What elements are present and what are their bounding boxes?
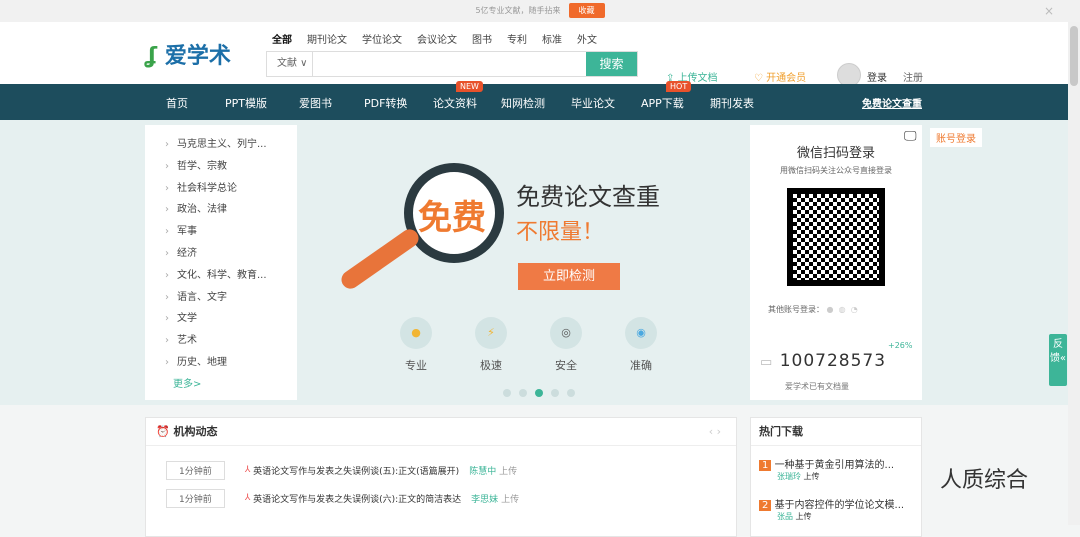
magnifier-handle (337, 225, 423, 293)
nav-home[interactable]: 首页 (166, 95, 188, 111)
category-item[interactable]: 政治、法律 (165, 200, 297, 222)
category-item[interactable]: 军事 (165, 222, 297, 244)
qq-icon[interactable]: ● (827, 305, 834, 314)
news-row[interactable]: 1分钟前 ⅄ 英语论文写作与发表之失误例谈(六):正文的简洁表达 李思妹 上传 (146, 484, 736, 512)
cat-tab[interactable]: 期刊论文 (307, 31, 347, 46)
logo-icon: ʆ (145, 44, 158, 69)
nav-journal[interactable]: 期刊发表 (710, 95, 754, 111)
category-item[interactable]: 哲学、宗教 (165, 157, 297, 179)
login-panel: 微信扫码登录 用微信扫码关注公众号直接登录 其他账号登录： ● ◍ ◔ +26%… (750, 125, 922, 400)
growth: +26% (888, 341, 913, 350)
qr-code (784, 185, 888, 289)
nav-app[interactable]: APP下载 (641, 95, 684, 111)
hot-downloads: 热门下载 1 一种基于黄金引用算法的... 张瑞玲 上传 2 基于内容控件的学位论… (750, 417, 922, 537)
feature-accurate: ◉ 准确 (625, 317, 657, 373)
lightning-icon: ⚡ (475, 317, 507, 349)
pdf-icon: ⅄ (244, 465, 251, 475)
hot-item[interactable]: 2 基于内容控件的学位论文模... 张品 上传 (751, 482, 921, 522)
search-type-select[interactable]: 文献 ∨ (267, 52, 313, 76)
nav-papers[interactable]: 论文资料 (433, 95, 477, 111)
category-item[interactable]: 马克思主义、列宁... (165, 135, 297, 157)
wechat-icon[interactable]: ◍ (839, 305, 846, 314)
nav-ppt[interactable]: PPT模版 (225, 95, 267, 111)
feature-fast: ⚡ 极速 (475, 317, 507, 373)
new-badge: NEW (456, 81, 483, 92)
main-nav: 首页 PPT模版 爱图书 PDF转换 论文资料 NEW 知网检测 毕业论文 AP… (0, 81, 1080, 120)
hot-title: 热门下载 (751, 418, 921, 446)
account-login-tab[interactable]: 账号登录 (930, 128, 982, 147)
banner: 马克思主义、列宁...哲学、宗教社会科学总论政治、法律军事经济文化、科学、教育.… (0, 120, 1080, 405)
category-item[interactable]: 语言、文字 (165, 288, 297, 310)
more-link[interactable]: 更多> (165, 375, 297, 397)
promo-big: 免费 (418, 198, 486, 238)
pager-arrows[interactable]: ‹ › (709, 418, 721, 446)
search-bar: 文献 ∨ 搜索 (266, 51, 638, 77)
other-login: 其他账号登录： ● ◍ ◔ (768, 305, 858, 314)
scrollbar[interactable] (1068, 22, 1080, 525)
news-row[interactable]: 1分钟前 ⅄ 英语论文写作与发表之失误例谈(五):正文(语篇展开) 陈慧中 上传 (146, 456, 736, 484)
login-link[interactable]: 登录 (867, 69, 887, 84)
category-item[interactable]: 历史、地理 (165, 353, 297, 375)
close-icon[interactable]: × (1044, 0, 1054, 22)
category-item[interactable]: 文化、科学、教育... (165, 266, 297, 288)
news-panel: ⏰ 机构动态 ‹ › 1分钟前 ⅄ 英语论文写作与发表之失误例谈(五):正文(语篇展… (145, 417, 737, 537)
cat-tab[interactable]: 学位论文 (362, 31, 402, 46)
promo-sub: 不限量！ (516, 220, 605, 245)
bulb-icon: ● (400, 317, 432, 349)
search-input[interactable] (313, 52, 586, 76)
watermark: 人质综合 (940, 468, 1029, 493)
feature-secure: ◎ 安全 (550, 317, 582, 373)
cat-tab[interactable]: 标准 (542, 31, 562, 46)
doc-count-label: 爱学术已有文档量 (785, 382, 849, 391)
cat-tab[interactable]: 全部 (272, 31, 292, 46)
carousel-dot[interactable] (551, 389, 559, 397)
carousel-dot[interactable] (503, 389, 511, 397)
feature-professional: ● 专业 (400, 317, 432, 373)
top-bar: 5亿专业文献，随手拈来 收藏 × (0, 0, 1080, 22)
favorite-button[interactable]: 收藏 (568, 3, 605, 18)
vip-link[interactable]: ♡ 开通会员 (754, 69, 806, 84)
promo-title: 免费论文查重 (516, 183, 660, 211)
feedback-button[interactable]: 反馈« (1049, 334, 1067, 386)
login-subtitle: 用微信扫码关注公众号直接登录 (780, 166, 892, 175)
carousel-dot-active[interactable] (535, 389, 543, 397)
category-item[interactable]: 文学 (165, 309, 297, 331)
news-title: 机构动态 (173, 425, 218, 438)
search-button[interactable]: 搜索 (586, 52, 637, 76)
scrollbar-thumb[interactable] (1070, 26, 1078, 86)
slogan: 5亿专业文献，随手拈来 (475, 6, 561, 15)
nav-cnki-check[interactable]: 知网检测 (501, 95, 545, 111)
register-link[interactable]: 注册 (903, 69, 923, 84)
carousel-dot[interactable] (567, 389, 575, 397)
alarm-icon: ⏰ (156, 425, 170, 438)
logo[interactable]: ʆ 爱学术 (145, 38, 231, 70)
nav-free-check[interactable]: 免费论文查重 (862, 95, 922, 110)
hot-item[interactable]: 1 一种基于黄金引用算法的... 张瑞玲 上传 (751, 446, 921, 482)
monitor-icon[interactable]: 🖵 (904, 129, 917, 144)
category-item[interactable]: 社会科学总论 (165, 179, 297, 201)
login-title: 微信扫码登录 (796, 146, 875, 161)
doc-count: 100728573 (779, 351, 887, 371)
pdf-icon: ⅄ (244, 493, 251, 503)
category-item[interactable]: 经济 (165, 244, 297, 266)
header: ʆ 爱学术 全部 期刊论文 学位论文 会议论文 图书 专利 标准 外文 文献 ∨ 搜索 ⇪ 上传… (0, 22, 1080, 87)
nav-pdf[interactable]: PDF转换 (364, 95, 407, 111)
carousel-dot[interactable] (519, 389, 527, 397)
cat-tab[interactable]: 会议论文 (417, 31, 457, 46)
category-item[interactable]: 艺术 (165, 331, 297, 353)
weibo-icon[interactable]: ◔ (851, 305, 858, 314)
check-now-button[interactable]: 立即检测 (518, 263, 620, 290)
cat-tab[interactable]: 外文 (577, 31, 597, 46)
search-categories: 全部 期刊论文 学位论文 会议论文 图书 专利 标准 外文 (272, 31, 597, 46)
balloon-icon: ◎ (550, 317, 582, 349)
nav-graduation[interactable]: 毕业论文 (571, 95, 615, 111)
category-list: 马克思主义、列宁...哲学、宗教社会科学总论政治、法律军事经济文化、科学、教育.… (145, 125, 297, 400)
nav-books[interactable]: 爱图书 (299, 95, 332, 111)
folder-icon: ▭ (760, 355, 774, 370)
hot-badge: HOT (666, 81, 692, 92)
cat-tab[interactable]: 专利 (507, 31, 527, 46)
location-icon: ◉ (625, 317, 657, 349)
cat-tab[interactable]: 图书 (472, 31, 492, 46)
